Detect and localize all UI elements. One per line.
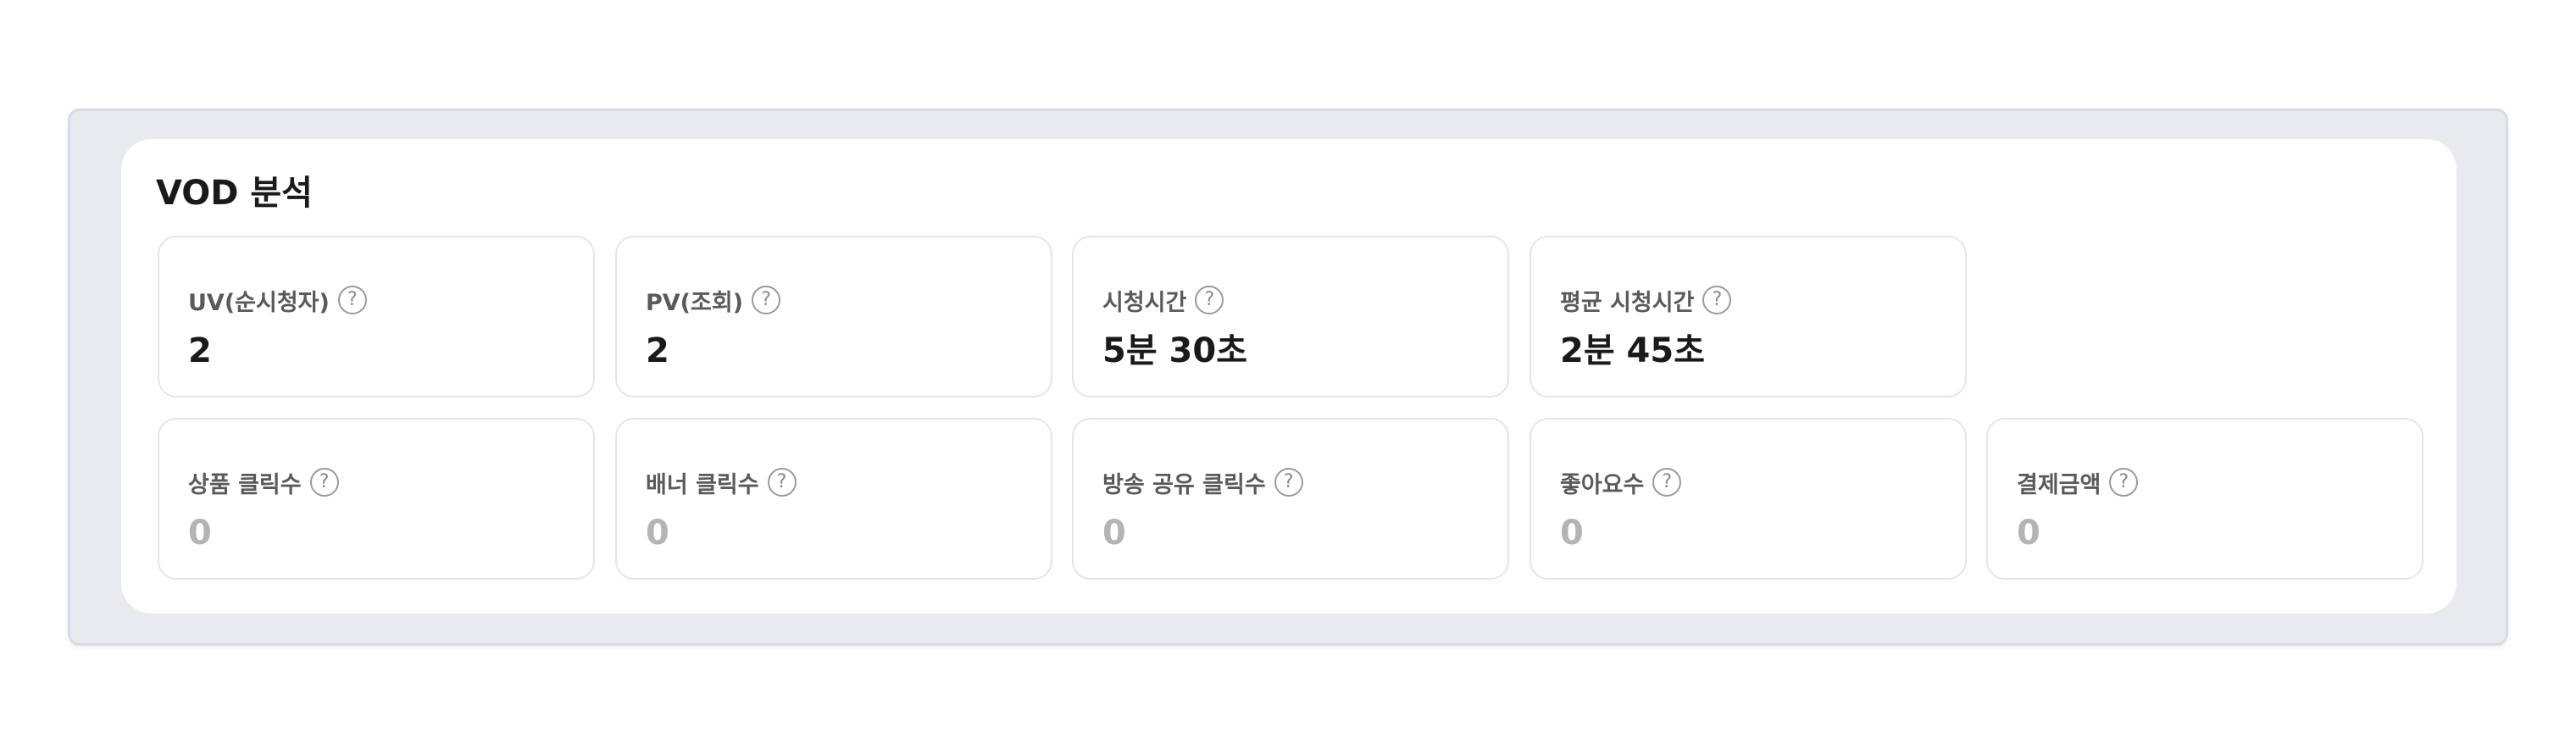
metric-label-row: 시청시간 ? bbox=[1102, 283, 1224, 317]
metric-label: 상품 클릭수 bbox=[188, 471, 302, 498]
question-circle-icon[interactable]: ? bbox=[337, 286, 367, 314]
metric-label: 방송 공유 클릭수 bbox=[1102, 471, 1266, 498]
metric-value: 0 bbox=[1102, 514, 1126, 553]
metric-label: 배너 클릭수 bbox=[646, 471, 759, 498]
metric-card-payment-amount: 결제금액 ? 0 bbox=[1986, 418, 2423, 580]
metric-value: 0 bbox=[646, 514, 669, 553]
metric-card-uv: UV(순시청자) ? 2 bbox=[158, 236, 595, 397]
metric-card-banner-clicks: 배너 클릭수 ? 0 bbox=[615, 418, 1052, 580]
metric-value: 2 bbox=[188, 331, 212, 370]
question-circle-icon[interactable]: ? bbox=[1652, 468, 1682, 497]
question-circle-icon[interactable]: ? bbox=[309, 468, 339, 497]
metric-card-pv: PV(조회) ? 2 bbox=[615, 236, 1052, 397]
metric-value: 0 bbox=[188, 514, 212, 553]
metric-card-avg-watch-time: 평균 시청시간 ? 2분 45초 bbox=[1530, 236, 1967, 397]
question-circle-icon[interactable]: ? bbox=[752, 286, 781, 314]
metric-card-product-clicks: 상품 클릭수 ? 0 bbox=[158, 418, 595, 580]
metric-label-row: 평균 시청시간 ? bbox=[1560, 283, 1732, 317]
metric-label-row: 좋아요수 ? bbox=[1560, 465, 1682, 499]
metric-label: 좋아요수 bbox=[1560, 471, 1645, 498]
question-circle-icon[interactable]: ? bbox=[1702, 286, 1732, 314]
metric-value: 0 bbox=[2017, 514, 2040, 553]
metric-value: 5분 30초 bbox=[1102, 331, 1248, 370]
metric-label: PV(조회) bbox=[646, 289, 744, 316]
metric-card-share-clicks: 방송 공유 클릭수 ? 0 bbox=[1072, 418, 1509, 580]
metric-label: UV(순시청자) bbox=[188, 289, 330, 316]
metric-label: 평균 시청시간 bbox=[1560, 289, 1695, 316]
question-circle-icon[interactable]: ? bbox=[1195, 286, 1224, 314]
question-circle-icon[interactable]: ? bbox=[767, 468, 797, 497]
metric-card-watch-time: 시청시간 ? 5분 30초 bbox=[1072, 236, 1509, 397]
metric-label-row: 상품 클릭수 ? bbox=[188, 465, 339, 499]
metric-card-likes: 좋아요수 ? 0 bbox=[1530, 418, 1967, 580]
metric-label: 결제금액 bbox=[2017, 471, 2101, 498]
metric-label-row: PV(조회) ? bbox=[646, 283, 781, 317]
metric-value: 2 bbox=[646, 331, 669, 370]
metric-label-row: UV(순시청자) ? bbox=[188, 283, 367, 317]
metric-label-row: 배너 클릭수 ? bbox=[646, 465, 797, 499]
metric-label-row: 방송 공유 클릭수 ? bbox=[1102, 465, 1303, 499]
metric-label: 시청시간 bbox=[1102, 289, 1187, 316]
panel-title: VOD 분석 bbox=[156, 174, 313, 213]
question-circle-icon[interactable]: ? bbox=[1274, 468, 1303, 497]
metric-label-row: 결제금액 ? bbox=[2017, 465, 2139, 499]
question-circle-icon[interactable]: ? bbox=[2109, 468, 2139, 497]
metric-value: 2분 45초 bbox=[1560, 331, 1706, 370]
metric-value: 0 bbox=[1560, 514, 1584, 553]
